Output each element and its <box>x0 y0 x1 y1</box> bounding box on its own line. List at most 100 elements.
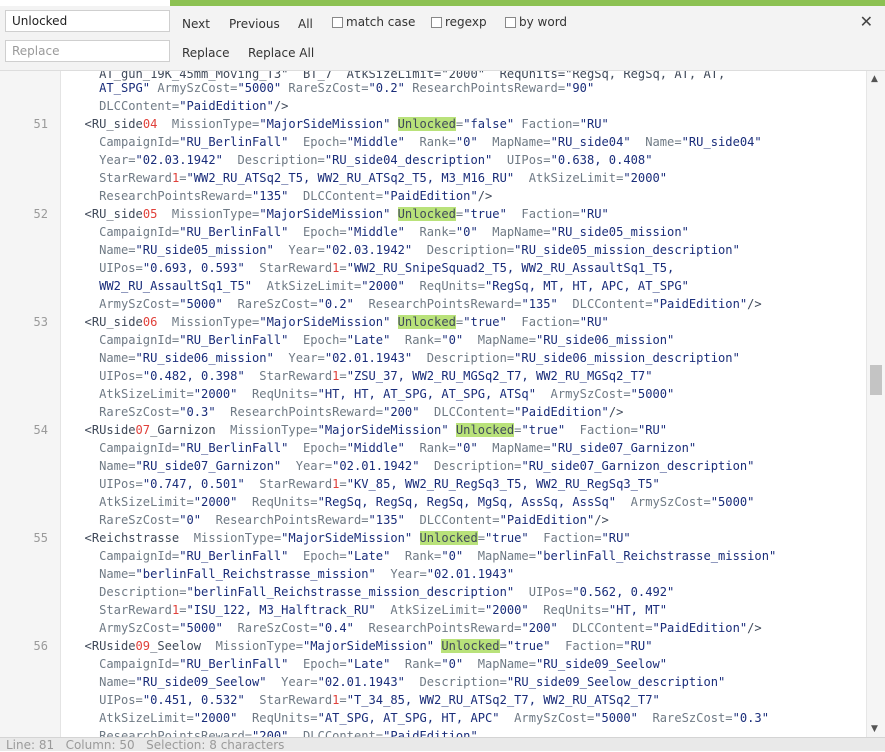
scroll-thumb[interactable] <box>870 365 882 395</box>
by-word-option[interactable]: by word <box>505 14 567 30</box>
code-token: CampaignId= <box>70 549 180 563</box>
code-line: CampaignId="RU_BerlinFall" Epoch="Middle… <box>70 223 689 241</box>
code-token: "PaidEdition" <box>514 405 609 419</box>
code-token: Faction= <box>565 423 638 437</box>
code-token: ResearchPointsReward= <box>404 81 566 95</box>
code-token: StarReward <box>70 171 172 185</box>
code-token: AtkSizeLimit= <box>70 495 194 509</box>
code-token: "RU" <box>579 117 609 131</box>
code-token: Faction= <box>514 117 580 131</box>
code-token: "RU_side06_mission_description" <box>514 351 740 365</box>
next-button[interactable]: Next <box>182 16 210 32</box>
code-token: Faction= <box>506 207 580 221</box>
code-line: AT_SPG" ArmySzCost="5000" RareSzCost="0.… <box>70 79 594 97</box>
code-token: "Middle" <box>346 225 405 239</box>
replace-button[interactable]: Replace <box>182 45 229 61</box>
code-token: "RU" <box>623 639 653 653</box>
previous-button[interactable]: Previous <box>229 16 280 32</box>
match-case-option[interactable]: match case <box>332 14 415 30</box>
regexp-checkbox[interactable] <box>431 16 442 28</box>
code-token: "5000" <box>710 495 755 509</box>
vertical-scrollbar[interactable]: ▲ ▼ <box>866 71 885 737</box>
code-token: "5000" <box>630 387 675 401</box>
code-token: StarReward <box>244 369 333 383</box>
code-line: <RUside09_Seelow MissionType="MajorSideM… <box>70 637 653 655</box>
code-token: /> <box>477 189 493 203</box>
code-line: Name="RU_side05_mission" Year="02.03.194… <box>70 241 740 259</box>
code-line: Name="berlinFall_Reichstrasse_mission" Y… <box>70 565 514 583</box>
line-number: 53 <box>33 315 48 329</box>
code-token: ResearchPointsReward= <box>353 621 522 635</box>
code-token: ArmySzCost= <box>70 621 180 635</box>
code-token: "2000" <box>361 279 405 293</box>
match-case-checkbox[interactable] <box>332 16 343 28</box>
code-token: "200" <box>521 621 558 635</box>
scroll-down-icon[interactable]: ▼ <box>871 724 878 734</box>
code-token: ReqUnits= <box>404 279 486 293</box>
code-token: ReqUnits= <box>237 387 318 401</box>
code-token: "0.3" <box>732 711 769 725</box>
code-token: MissionType= <box>215 423 318 437</box>
code-token: "0" <box>441 549 464 563</box>
code-token: "5000" <box>179 297 223 311</box>
code-token: ReqUnits= <box>528 603 609 617</box>
code-token: "MajorSideMission" <box>281 531 413 545</box>
code-token: "RegSq, MT, HT, APC, AT_SPG" <box>485 279 689 293</box>
by-word-checkbox[interactable] <box>505 16 516 28</box>
code-token: Name= <box>70 675 136 689</box>
code-token: "RU_side06_mission" <box>135 351 274 365</box>
code-line: <RU_side04 MissionType="MajorSideMission… <box>70 115 609 133</box>
code-line: UIPos="0.693, 0.593" StarReward1="WW2_RU… <box>70 259 674 277</box>
code-token: Year= <box>273 351 325 365</box>
code-token: "MajorSideMission" <box>317 423 449 437</box>
code-token: Year= <box>266 675 318 689</box>
line-number-gutter: 51 52 53 54 55 56 <box>0 71 61 737</box>
code-token: "0" <box>179 513 202 527</box>
code-token: 04 <box>142 117 158 131</box>
replace-input[interactable] <box>5 40 170 62</box>
all-button[interactable]: All <box>298 16 313 32</box>
code-token: DLCContent= <box>557 621 653 635</box>
code-line: Name="RU_side07_Garnizon" Year="02.01.19… <box>70 457 754 475</box>
line-number: 54 <box>33 423 48 437</box>
scroll-up-icon[interactable]: ▲ <box>871 74 878 84</box>
code-line: DLCContent="PaidEdition"/> <box>70 97 288 115</box>
code-line: <RUside07_Garnizon MissionType="MajorSid… <box>70 421 667 439</box>
code-token: "RU_BerlinFall" <box>179 657 289 671</box>
regexp-label: regexp <box>445 15 487 29</box>
code-token: "RU_side05_mission" <box>135 243 274 257</box>
code-token: "Late" <box>346 549 391 563</box>
code-token: Epoch= <box>288 441 347 455</box>
code-line: Description="berlinFall_Reichstrasse_mis… <box>70 583 674 601</box>
code-token: "2000" <box>193 387 238 401</box>
code-token: /> <box>747 297 762 311</box>
code-editor[interactable]: 51 52 53 54 55 56 AT_gun_19K_45mm_Moving… <box>0 71 866 737</box>
code-token: UIPos= <box>514 585 573 599</box>
find-input[interactable] <box>5 10 170 32</box>
regexp-option[interactable]: regexp <box>431 14 487 30</box>
code-token: ArmySzCost= <box>70 297 180 311</box>
code-token: "0.2" <box>368 81 405 95</box>
replace-all-button[interactable]: Replace All <box>248 45 314 61</box>
close-icon[interactable]: ✕ <box>860 14 873 30</box>
code-line: <RU_side06 MissionType="MajorSideMission… <box>70 313 609 331</box>
code-token: "true" <box>506 639 551 653</box>
code-token: <RUside <box>70 423 136 437</box>
code-token: ResearchPointsReward= <box>201 513 369 527</box>
code-token: Description= <box>222 153 325 167</box>
code-token: "5000" <box>237 81 282 95</box>
code-token: "false" <box>463 117 515 131</box>
code-token: = <box>477 531 486 545</box>
code-token: UIPos= <box>70 261 143 275</box>
code-token: WW2_RU_AssaultSq1_T5" <box>70 279 253 293</box>
code-token: "RU_side09_Seelow" <box>135 675 267 689</box>
code-token: DLCContent= <box>288 189 384 203</box>
code-line: CampaignId="RU_BerlinFall" Epoch="Late" … <box>70 331 674 349</box>
code-token: "RU_BerlinFall" <box>179 441 289 455</box>
code-token: "RU_side04" <box>681 135 762 149</box>
code-token: Name= <box>70 243 136 257</box>
code-token: "2000" <box>193 495 238 509</box>
code-token: "PaidEdition" <box>383 729 478 737</box>
